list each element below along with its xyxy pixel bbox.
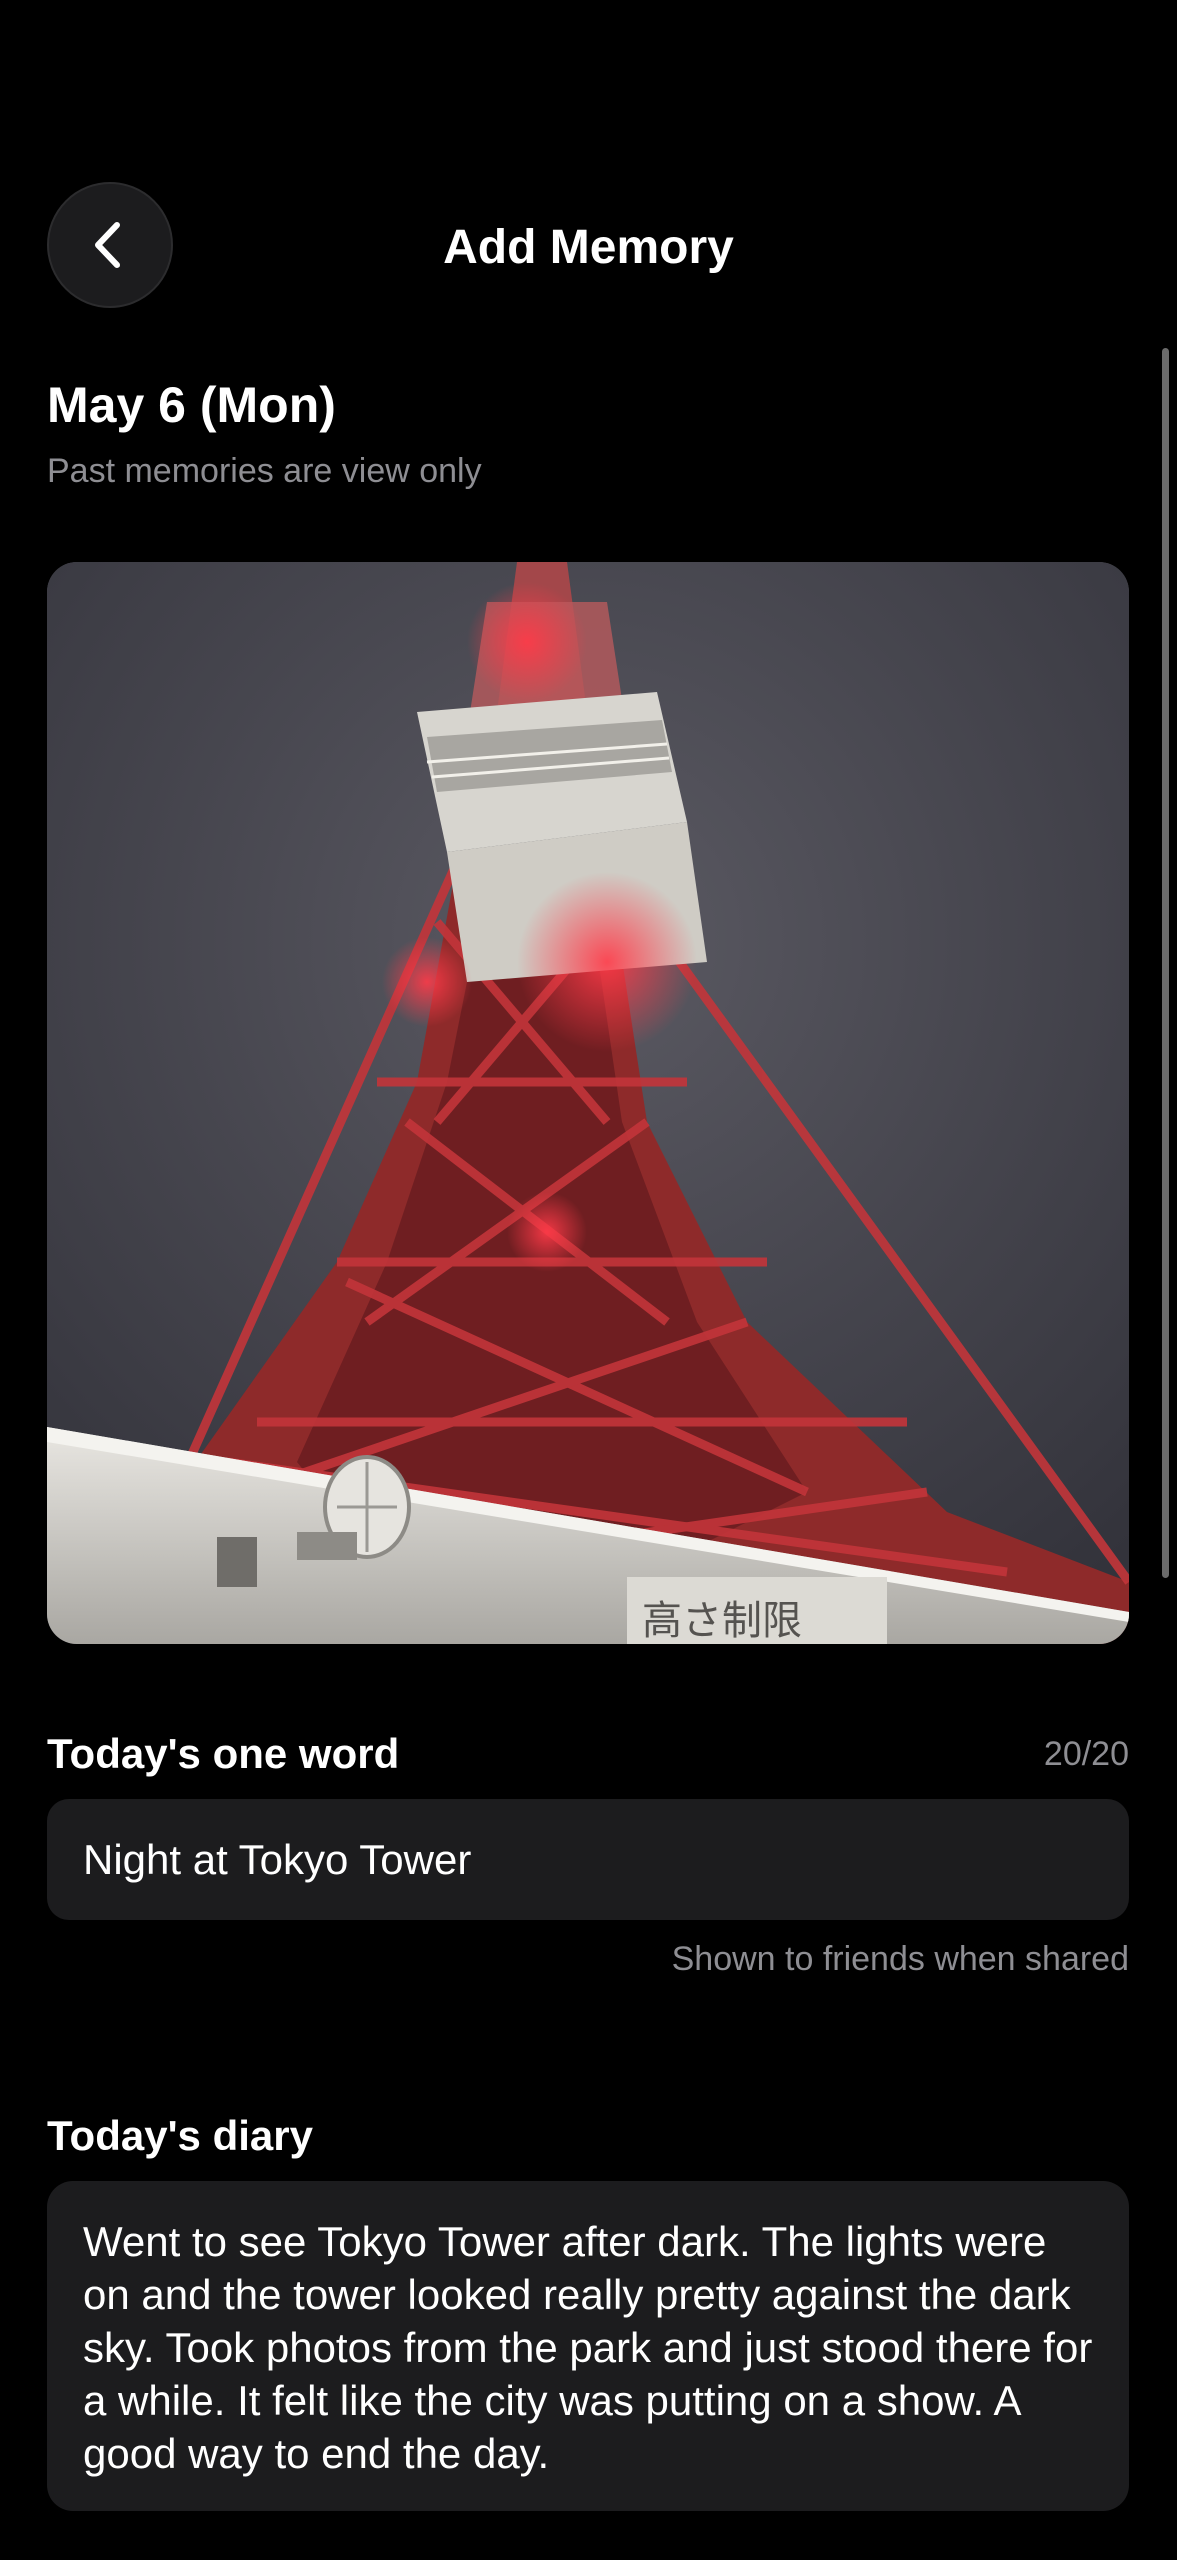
header: Add Memory (0, 180, 1177, 310)
memory-photo: 高さ制限 (47, 562, 1129, 1644)
entry-date: May 6 (Mon) (47, 377, 336, 433)
share-hint: Shown to friends when shared (671, 1940, 1129, 1978)
diary-label: Today's diary (47, 2112, 313, 2159)
view-only-note: Past memories are view only (47, 452, 482, 490)
character-counter: 20/20 (1043, 1735, 1129, 1773)
scrollbar[interactable] (1162, 348, 1169, 1578)
one-word-label: Today's one word (47, 1730, 400, 1777)
one-word-input[interactable]: Night at Tokyo Tower (47, 1799, 1129, 1920)
photo-sign-text: 高さ制限 (642, 1598, 802, 1644)
diary-textarea[interactable]: Went to see Tokyo Tower after dark. The … (47, 2181, 1129, 2511)
page-title: Add Memory (443, 221, 734, 274)
